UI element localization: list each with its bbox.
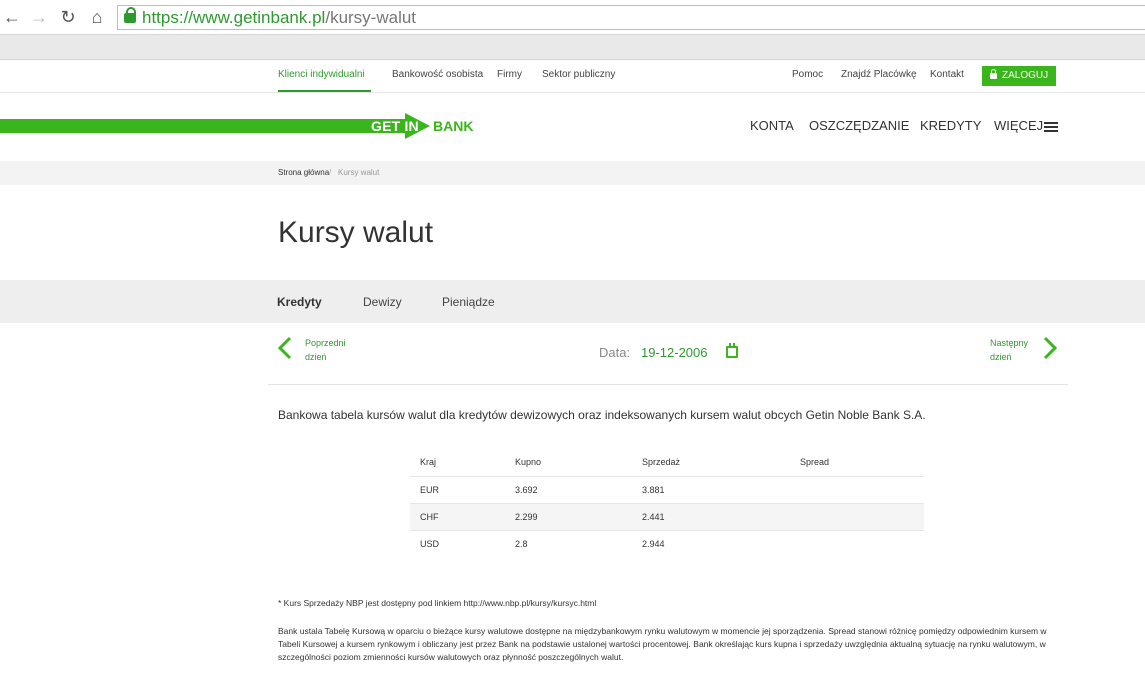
chevron-right-icon[interactable] xyxy=(1043,336,1057,360)
page-title: Kursy walut xyxy=(278,216,434,249)
nav-wiecej[interactable]: WIĘCEJ xyxy=(994,118,1043,133)
top-links-bar: Klienci indywidualni Bankowość osobista … xyxy=(0,60,1145,93)
login-label: ZALOGUJ xyxy=(1002,70,1049,81)
url-scheme: https:// xyxy=(142,8,194,27)
reload-icon[interactable]: ↻ xyxy=(58,7,78,27)
previous-day-link[interactable]: Poprzedni dzień xyxy=(305,336,346,364)
toplink-firmy[interactable]: Firmy xyxy=(497,69,522,80)
cell-sell: 2.441 xyxy=(632,503,790,531)
toplink-sektor-publiczny[interactable]: Sektor publiczny xyxy=(542,69,615,80)
nav-oszczedzanie[interactable]: OSZCZĘDZANIE xyxy=(809,118,909,133)
active-indicator xyxy=(278,90,371,92)
toplink-klienci-indywidualni[interactable]: Klienci indywidualni xyxy=(278,69,365,80)
logo-text-bank: BANK xyxy=(433,118,474,134)
column-header-kraj: Kraj xyxy=(410,449,505,477)
tabs-bar: Kredyty Dewizy Pieniądze xyxy=(0,280,1145,323)
rates-table: Kraj Kupno Sprzedaż Spread EUR 3.692 3.8… xyxy=(410,449,924,557)
date-label: Data: xyxy=(599,345,631,360)
breadcrumb-separator: / xyxy=(329,168,332,177)
logo-text: GET IN xyxy=(371,118,419,134)
cell-currency: CHF xyxy=(410,503,505,531)
tab-dewizy[interactable]: Dewizy xyxy=(363,295,402,309)
tab-pieniadze[interactable]: Pieniądze xyxy=(442,295,495,309)
chevron-left-icon[interactable] xyxy=(278,336,292,360)
url-path: /kursy-walut xyxy=(325,8,417,27)
cell-spread xyxy=(790,503,924,531)
toplink-pomoc[interactable]: Pomoc xyxy=(792,69,823,80)
bookmarks-bar xyxy=(0,35,1145,60)
browser-toolbar: ← → ↻ ⌂ https://www.getinbank.pl/kursy-w… xyxy=(0,0,1145,35)
column-header-kupno: Kupno xyxy=(505,449,632,477)
table-row: EUR 3.692 3.881 xyxy=(410,476,924,504)
calendar-icon[interactable] xyxy=(726,343,738,358)
cell-buy: 2.299 xyxy=(505,503,632,531)
next-day-label-1: Następny xyxy=(990,338,1029,348)
nav-kredyty[interactable]: KREDYTY xyxy=(920,118,981,133)
cell-sell: 2.944 xyxy=(642,538,665,549)
table-row: USD 2.8 2.944 xyxy=(410,530,924,557)
toplink-bankowosc-osobista[interactable]: Bankowość osobista xyxy=(392,69,483,80)
forward-arrow-icon[interactable]: → xyxy=(29,7,49,27)
table-header-row: Kraj Kupno Sprzedaż Spread xyxy=(410,449,924,477)
breadcrumb-current: Kursy walut xyxy=(338,168,380,177)
tab-kredyty[interactable]: Kredyty xyxy=(277,295,322,309)
previous-day-label-1: Poprzedni xyxy=(305,338,346,348)
padlock-icon xyxy=(990,69,997,79)
column-header-sprzedaz: Sprzedaż xyxy=(632,449,790,477)
nav-konta[interactable]: KONTA xyxy=(750,118,794,133)
cell-buy: 3.692 xyxy=(505,476,632,504)
disclaimer-text: Bank ustala Tabelę Kursową w oparciu o b… xyxy=(278,626,1047,662)
toplink-kontakt[interactable]: Kontakt xyxy=(930,69,964,80)
intro-text: Bankowa tabela kursów walut dla kredytów… xyxy=(278,408,926,422)
cell-buy: 2.8 xyxy=(515,538,528,549)
cell-sell: 3.881 xyxy=(632,476,790,504)
next-day-label-2: dzień xyxy=(990,352,1012,362)
site-header: GET IN BANK KONTA OSZCZĘDZANIE KREDYTY W… xyxy=(0,93,1145,161)
breadcrumb: Strona główna / Kursy walut xyxy=(0,161,1145,185)
cell-currency: EUR xyxy=(410,476,505,504)
previous-day-label-2: dzień xyxy=(305,352,327,362)
divider xyxy=(268,384,1068,385)
back-arrow-icon[interactable]: ← xyxy=(2,7,22,27)
address-bar[interactable]: https://www.getinbank.pl/kursy-walut xyxy=(117,5,1145,30)
logo-arrow-icon[interactable] xyxy=(0,113,430,139)
next-day-link[interactable]: Następny dzień xyxy=(990,336,1028,364)
hamburger-menu-icon[interactable] xyxy=(1044,122,1058,132)
lock-icon xyxy=(124,7,136,23)
cell-spread xyxy=(790,476,924,504)
cell-currency: USD xyxy=(420,538,440,549)
breadcrumb-home[interactable]: Strona główna xyxy=(278,168,329,177)
login-button[interactable]: ZALOGUJ xyxy=(982,66,1056,86)
table-row: CHF 2.299 2.441 xyxy=(410,503,924,531)
column-header-spread: Spread xyxy=(790,449,924,477)
nbp-note: * Kurs Sprzedaży NBP jest dostępny pod l… xyxy=(278,598,597,608)
toplink-znajdz-placowke[interactable]: Znajdź Placówkę xyxy=(841,69,917,80)
date-value[interactable]: 19-12-2006 xyxy=(641,345,708,360)
home-icon[interactable]: ⌂ xyxy=(87,7,107,27)
cell-spread xyxy=(790,530,924,557)
url-host: www.getinbank.pl xyxy=(193,8,326,27)
